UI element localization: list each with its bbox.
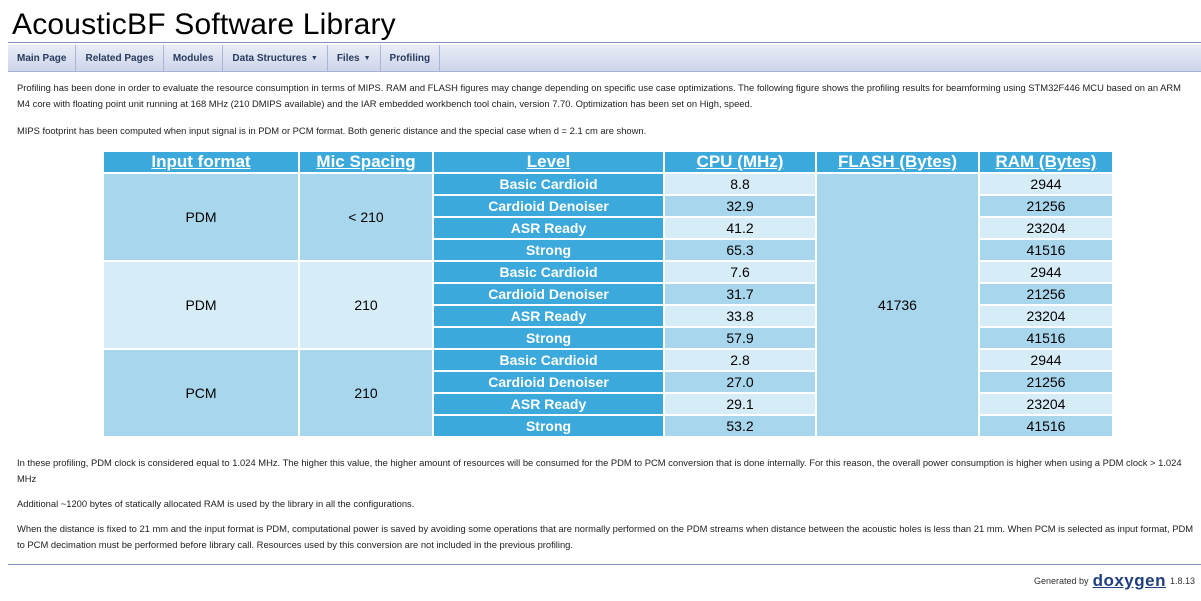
intro-paragraph: Profiling has been done in order to eval… bbox=[17, 82, 1181, 109]
ram-cell: 41516 bbox=[980, 416, 1112, 436]
ram-cell: 21256 bbox=[980, 284, 1112, 304]
chevron-down-icon: ▼ bbox=[363, 54, 371, 62]
level-cell: Cardioid Denoiser bbox=[434, 372, 663, 392]
ram-cell: 41516 bbox=[980, 240, 1112, 260]
header-flash: FLASH (Bytes) bbox=[817, 152, 978, 172]
cpu-cell: 57.9 bbox=[665, 328, 815, 348]
header-ram: RAM (Bytes) bbox=[980, 152, 1112, 172]
profiling-table: Input format Mic Spacing Level CPU (MHz)… bbox=[102, 150, 1114, 438]
table-row: PDM < 210 Basic Cardioid 8.8 41736 2944 bbox=[104, 174, 1112, 436]
footer: Generated by doxygen 1.8.13 bbox=[1034, 571, 1195, 591]
nav-main-page[interactable]: Main Page bbox=[8, 45, 77, 71]
input-format-cell: PCM bbox=[104, 350, 298, 436]
nav-modules[interactable]: Modules bbox=[164, 45, 224, 71]
level-cell: Cardioid Denoiser bbox=[434, 284, 663, 304]
cpu-cell: 33.8 bbox=[665, 306, 815, 326]
pdm-clock-paragraph: In these profiling, PDM clock is conside… bbox=[17, 457, 1182, 484]
mic-spacing-cell: 210 bbox=[300, 350, 432, 436]
header-cpu: CPU (MHz) bbox=[665, 152, 815, 172]
nav-modules-label: Modules bbox=[172, 52, 214, 64]
cpu-cell: 53.2 bbox=[665, 416, 815, 436]
ram-cell: 23204 bbox=[980, 394, 1112, 414]
cpu-cell: 41.2 bbox=[665, 218, 815, 238]
level-cell: ASR Ready bbox=[434, 394, 663, 414]
doxygen-version: 1.8.13 bbox=[1169, 576, 1195, 586]
header-divider bbox=[8, 42, 1201, 43]
nav-related-pages-label: Related Pages bbox=[85, 52, 154, 64]
cpu-cell: 27.0 bbox=[665, 372, 815, 392]
level-cell: Basic Cardioid bbox=[434, 262, 663, 282]
ram-cell: 2944 bbox=[980, 174, 1112, 194]
nav-main-page-label: Main Page bbox=[17, 52, 67, 64]
level-cell: Basic Cardioid bbox=[434, 174, 663, 194]
footer-divider bbox=[8, 564, 1201, 565]
nav-profiling-label: Profiling bbox=[389, 52, 431, 64]
cpu-cell: 8.8 bbox=[665, 174, 815, 194]
cpu-cell: 31.7 bbox=[665, 284, 815, 304]
input-format-cell: PDM bbox=[104, 262, 298, 348]
ram-cell: 2944 bbox=[980, 262, 1112, 282]
level-cell: Strong bbox=[434, 240, 663, 260]
flash-cell: 41736 bbox=[817, 174, 978, 436]
table-header-row: Input format Mic Spacing Level CPU (MHz)… bbox=[104, 152, 1112, 172]
chevron-down-icon: ▼ bbox=[310, 54, 318, 62]
doxygen-logo[interactable]: doxygen bbox=[1093, 571, 1166, 591]
level-cell: Basic Cardioid bbox=[434, 350, 663, 370]
ram-cell: 21256 bbox=[980, 196, 1112, 216]
cpu-cell: 2.8 bbox=[665, 350, 815, 370]
mips-paragraph: MIPS footprint has been computed when in… bbox=[17, 125, 647, 136]
header-level: Level bbox=[434, 152, 663, 172]
ram-cell: 23204 bbox=[980, 218, 1112, 238]
level-cell: ASR Ready bbox=[434, 306, 663, 326]
distance-note-paragraph: When the distance is fixed to 21 mm and … bbox=[17, 523, 1194, 550]
header-input-format: Input format bbox=[104, 152, 298, 172]
mic-spacing-cell: < 210 bbox=[300, 174, 432, 260]
generated-by-label: Generated by bbox=[1034, 576, 1089, 586]
cpu-cell: 65.3 bbox=[665, 240, 815, 260]
nav-files[interactable]: Files ▼ bbox=[328, 45, 381, 71]
cpu-cell: 29.1 bbox=[665, 394, 815, 414]
nav-files-label: Files bbox=[336, 52, 360, 64]
nav-data-structures[interactable]: Data Structures ▼ bbox=[223, 45, 328, 71]
page-title: AcousticBF Software Library bbox=[12, 8, 396, 41]
cpu-cell: 32.9 bbox=[665, 196, 815, 216]
level-cell: Strong bbox=[434, 328, 663, 348]
level-cell: Strong bbox=[434, 416, 663, 436]
cpu-cell: 7.6 bbox=[665, 262, 815, 282]
ram-cell: 23204 bbox=[980, 306, 1112, 326]
nav-bar: Main Page Related Pages Modules Data Str… bbox=[8, 45, 1201, 72]
header-mic-spacing: Mic Spacing bbox=[300, 152, 432, 172]
mic-spacing-cell: 210 bbox=[300, 262, 432, 348]
input-format-cell: PDM bbox=[104, 174, 298, 260]
ram-cell: 21256 bbox=[980, 372, 1112, 392]
nav-related-pages[interactable]: Related Pages bbox=[76, 45, 164, 71]
nav-profiling[interactable]: Profiling bbox=[381, 45, 441, 71]
ram-note-paragraph: Additional ~1200 bytes of statically all… bbox=[17, 498, 415, 509]
ram-cell: 41516 bbox=[980, 328, 1112, 348]
level-cell: ASR Ready bbox=[434, 218, 663, 238]
ram-cell: 2944 bbox=[980, 350, 1112, 370]
nav-data-structures-label: Data Structures bbox=[232, 52, 307, 64]
level-cell: Cardioid Denoiser bbox=[434, 196, 663, 216]
